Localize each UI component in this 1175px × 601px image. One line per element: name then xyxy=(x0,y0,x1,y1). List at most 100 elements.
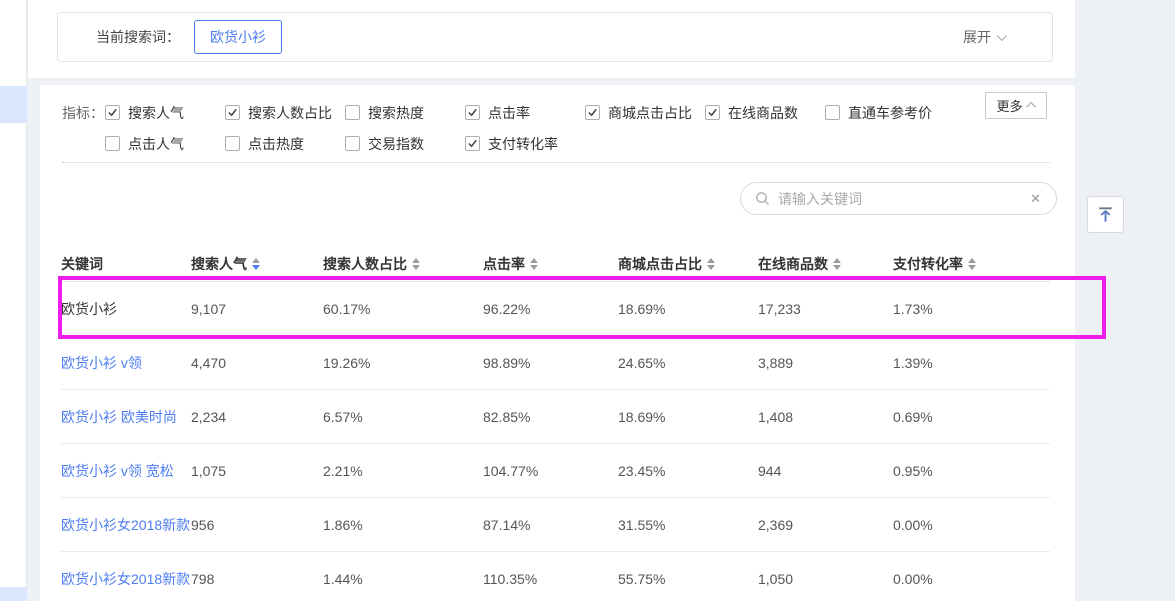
value-cell: 98.89% xyxy=(483,355,618,371)
current-term-tag[interactable]: 欧货小衫 xyxy=(194,20,282,54)
back-to-top-icon xyxy=(1096,205,1115,224)
search-icon xyxy=(755,191,770,206)
indicator-checkbox-renshuzhanbi[interactable]: 搜索人数占比 xyxy=(225,103,345,123)
checkbox-icon xyxy=(465,136,480,151)
column-header-searcher-ratio[interactable]: 搜索人数占比 xyxy=(323,254,483,274)
column-header-online-products[interactable]: 在线商品数 xyxy=(758,254,893,274)
search-term-bar: 当前搜索词： 欧货小衫 展开 xyxy=(28,0,1075,78)
indicator-checkbox-shangchengdianji[interactable]: 商城点击占比 xyxy=(585,103,705,123)
keyword-link[interactable]: 欧货小衫 v领 宽松 xyxy=(61,461,191,481)
checkbox-icon xyxy=(705,105,720,120)
value-cell: 104.77% xyxy=(483,463,618,479)
checkbox-icon xyxy=(225,105,240,120)
current-term-card: 当前搜索词： 欧货小衫 展开 xyxy=(57,12,1053,62)
keyword-search-box: ✕ xyxy=(740,182,1057,215)
current-term-label: 当前搜索词： xyxy=(96,27,180,47)
checkbox-icon xyxy=(105,136,120,151)
value-cell: 23.45% xyxy=(618,463,758,479)
value-cell: 0.95% xyxy=(893,463,1050,479)
checkbox-icon xyxy=(465,105,480,120)
value-cell: 87.14% xyxy=(483,517,618,533)
search-row: ✕ xyxy=(40,182,1075,215)
value-cell: 31.55% xyxy=(618,517,758,533)
keyword-cell: 欧货小衫 xyxy=(61,299,191,319)
table-row: 欧货小衫 v领 4,470 19.26% 98.89% 24.65% 3,889… xyxy=(61,336,1050,390)
indicator-checkbox-dianjiredu[interactable]: 点击热度 xyxy=(225,134,345,154)
sort-icon[interactable] xyxy=(707,258,715,270)
value-cell: 2.21% xyxy=(323,463,483,479)
value-cell: 60.17% xyxy=(323,301,483,317)
indicator-checkbox-sousuoredu[interactable]: 搜索热度 xyxy=(345,103,465,123)
indicator-checkbox-sousuorenqi[interactable]: 搜索人气 xyxy=(105,103,225,123)
value-cell: 0.00% xyxy=(893,517,1050,533)
indicator-checkbox-dianjilv[interactable]: 点击率 xyxy=(465,103,585,123)
sidebar-selected-item[interactable] xyxy=(0,86,27,123)
value-cell: 1.73% xyxy=(893,301,1050,317)
chevron-up-icon xyxy=(1026,102,1036,112)
main-panel: 指标： 搜索人气 搜索人数占比 搜索热度 点击率 xyxy=(40,85,1075,601)
back-to-top-button[interactable] xyxy=(1087,196,1124,233)
sort-icon[interactable] xyxy=(530,258,538,270)
value-cell: 110.35% xyxy=(483,571,618,587)
indicator-checkbox-jiaoyizhishu[interactable]: 交易指数 xyxy=(345,134,465,154)
table-row: 欧货小衫 v领 宽松 1,075 2.21% 104.77% 23.45% 94… xyxy=(61,444,1050,498)
checkbox-icon xyxy=(825,105,840,120)
value-cell: 19.26% xyxy=(323,355,483,371)
column-header-pay-conversion[interactable]: 支付转化率 xyxy=(893,254,1050,274)
search-input[interactable] xyxy=(778,191,1027,207)
value-cell: 17,233 xyxy=(758,301,893,317)
column-header-ctr[interactable]: 点击率 xyxy=(483,254,618,274)
sort-icon[interactable] xyxy=(968,258,976,270)
indicator-checkbox-dianjirenqi[interactable]: 点击人气 xyxy=(105,134,225,154)
value-cell: 2,234 xyxy=(191,409,323,425)
value-cell: 956 xyxy=(191,517,323,533)
column-header-keyword: 关键词 xyxy=(61,254,191,274)
keyword-link[interactable]: 欧货小衫 v领 xyxy=(61,353,191,373)
expand-toggle[interactable]: 展开 xyxy=(963,27,1004,47)
collapsed-sidebar xyxy=(0,0,27,601)
sort-icon[interactable] xyxy=(412,258,420,270)
clear-icon[interactable]: ✕ xyxy=(1027,191,1044,207)
sort-icon[interactable] xyxy=(252,258,260,270)
indicator-checkbox-zhifuzhuanhua[interactable]: 支付转化率 xyxy=(465,134,585,154)
keyword-link[interactable]: 欧货小衫 欧美时尚 xyxy=(61,407,191,427)
value-cell: 0.69% xyxy=(893,409,1050,425)
sort-icon[interactable] xyxy=(833,258,841,270)
chevron-down-icon xyxy=(997,31,1007,41)
value-cell: 798 xyxy=(191,571,323,587)
value-cell: 4,470 xyxy=(191,355,323,371)
value-cell: 1,075 xyxy=(191,463,323,479)
value-cell: 24.65% xyxy=(618,355,758,371)
value-cell: 2,369 xyxy=(758,517,893,533)
table-row: 欧货小衫女2018新款欧... 956 1.86% 87.14% 31.55% … xyxy=(61,498,1050,552)
value-cell: 18.69% xyxy=(618,301,758,317)
checkbox-icon xyxy=(225,136,240,151)
sidebar-bottom-item[interactable] xyxy=(0,587,27,601)
keyword-link[interactable]: 欧货小衫女2018新款欧... xyxy=(61,515,191,535)
indicator-checkbox-zaixianshangpin[interactable]: 在线商品数 xyxy=(705,103,825,123)
table-row: 欧货小衫 欧美时尚 2,234 6.57% 82.85% 18.69% 1,40… xyxy=(61,390,1050,444)
value-cell: 55.75% xyxy=(618,571,758,587)
more-button[interactable]: 更多 xyxy=(985,92,1047,119)
checkbox-icon xyxy=(105,105,120,120)
value-cell: 96.22% xyxy=(483,301,618,317)
indicator-checkbox-zhitongche[interactable]: 直通车参考价 xyxy=(825,103,975,123)
column-header-search-popularity[interactable]: 搜索人气 xyxy=(191,254,323,274)
value-cell: 82.85% xyxy=(483,409,618,425)
table-row: 欧货小衫女2018新款欧... 798 1.44% 110.35% 55.75%… xyxy=(61,552,1050,601)
more-label: 更多 xyxy=(996,96,1022,115)
indicators-label: 指标： xyxy=(62,103,105,123)
value-cell: 9,107 xyxy=(191,301,323,317)
checkbox-icon xyxy=(345,136,360,151)
value-cell: 6.57% xyxy=(323,409,483,425)
value-cell: 1,408 xyxy=(758,409,893,425)
dashed-divider xyxy=(62,162,1050,163)
checkbox-icon xyxy=(345,105,360,120)
checkbox-icon xyxy=(585,105,600,120)
value-cell: 0.00% xyxy=(893,571,1050,587)
indicators-section: 指标： 搜索人气 搜索人数占比 搜索热度 点击率 xyxy=(40,85,1075,159)
keyword-link[interactable]: 欧货小衫女2018新款欧... xyxy=(61,569,191,589)
column-header-mall-click-ratio[interactable]: 商城点击占比 xyxy=(618,254,758,274)
value-cell: 3,889 xyxy=(758,355,893,371)
table-row: 欧货小衫 9,107 60.17% 96.22% 18.69% 17,233 1… xyxy=(61,282,1050,336)
